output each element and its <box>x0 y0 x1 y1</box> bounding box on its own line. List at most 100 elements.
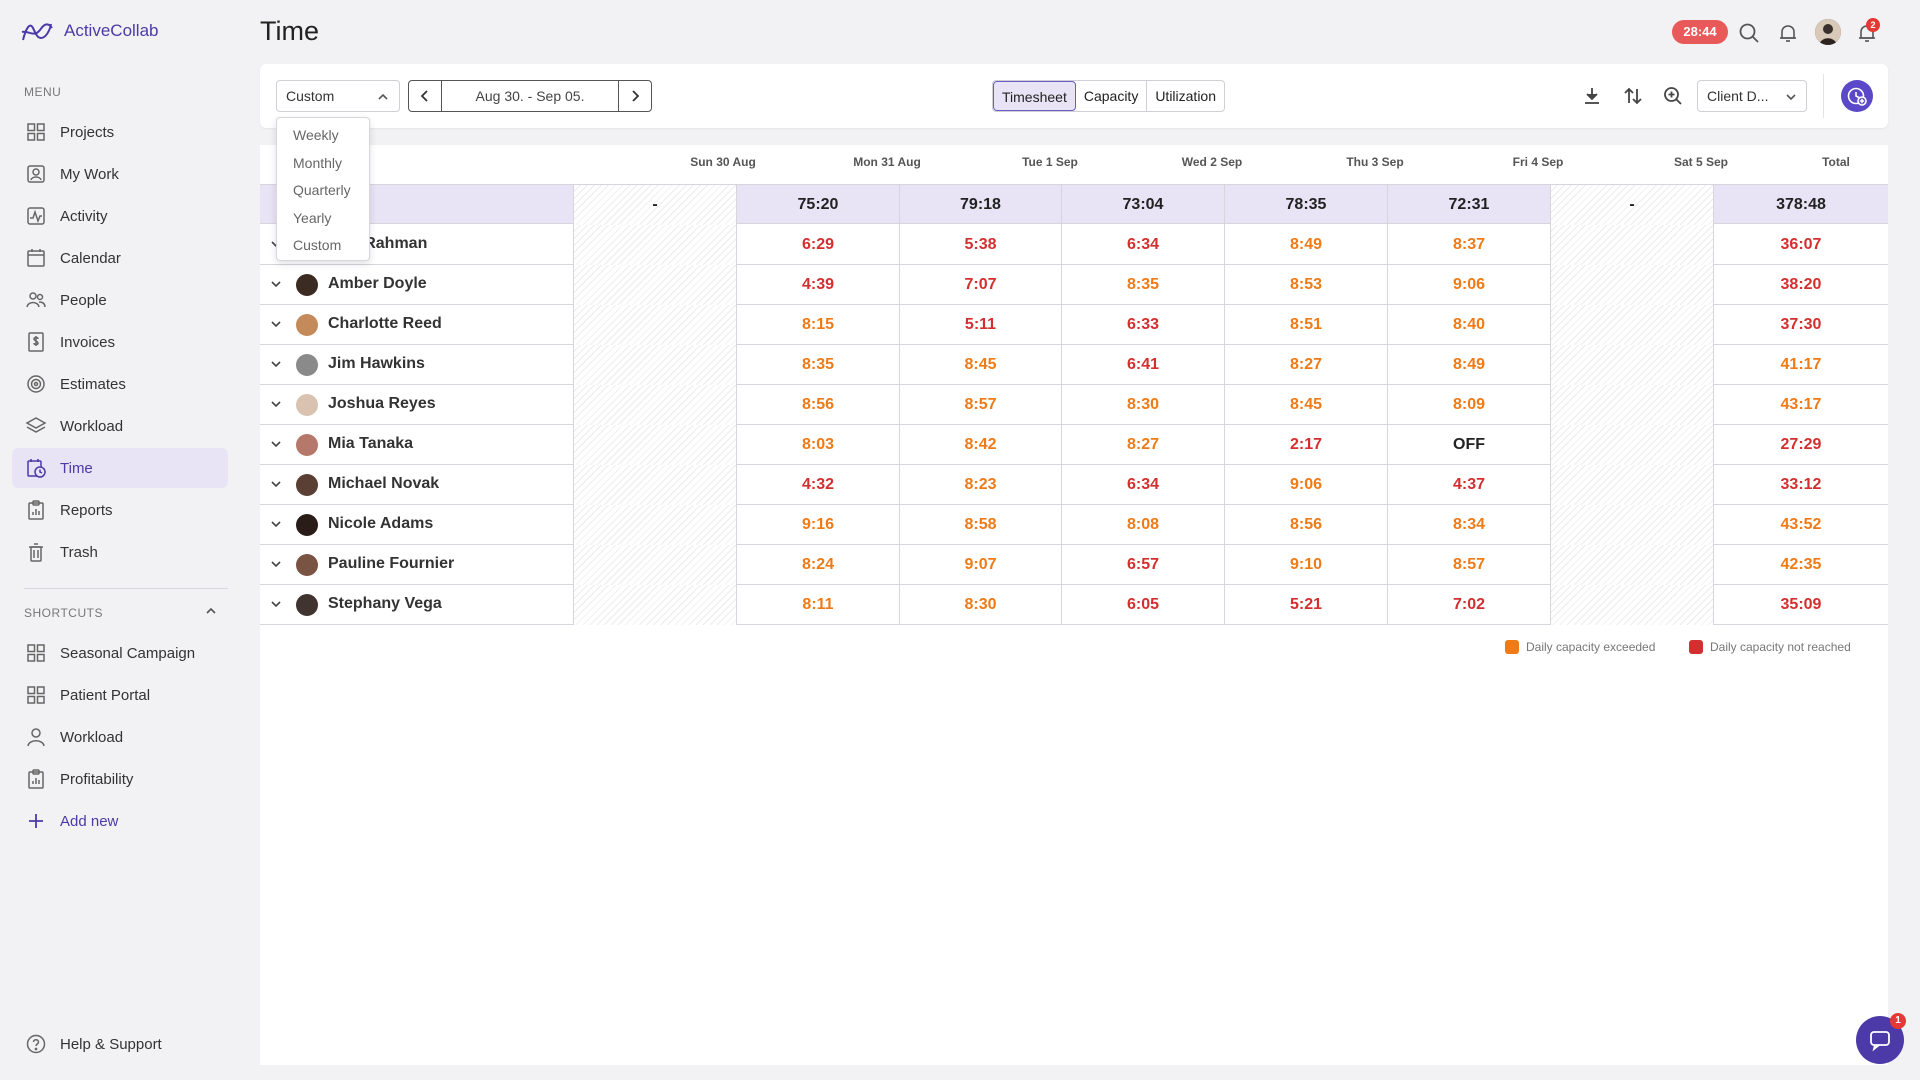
day-cell[interactable]: 8:45 <box>899 345 1061 385</box>
day-cell[interactable]: 8:35 <box>1061 265 1224 305</box>
day-cell[interactable]: 8:42 <box>899 425 1061 465</box>
day-cell[interactable]: 8:57 <box>1387 545 1550 585</box>
shortcut-patient-portal[interactable]: Patient Portal <box>12 675 228 715</box>
day-cell[interactable]: 6:57 <box>1061 545 1224 585</box>
day-cell[interactable]: 8:56 <box>736 385 899 425</box>
day-cell[interactable]: 6:34 <box>1061 465 1224 505</box>
day-cell[interactable] <box>573 225 736 265</box>
table-row[interactable]: Mia Tanaka 8:03 8:42 8:27 2:17 OFF 27:29 <box>260 425 1888 465</box>
day-cell[interactable]: 7:07 <box>899 265 1061 305</box>
shortcut-profitability[interactable]: Profitability <box>12 759 228 799</box>
day-cell[interactable]: 5:38 <box>899 225 1061 265</box>
download-icon[interactable] <box>1580 84 1604 108</box>
day-cell[interactable]: 8:30 <box>899 585 1061 625</box>
day-cell[interactable] <box>1550 305 1713 345</box>
shortcut-seasonal-campaign[interactable]: Seasonal Campaign <box>12 633 228 673</box>
member-name[interactable]: Charlotte Reed <box>328 315 442 333</box>
day-cell[interactable]: 6:33 <box>1061 305 1224 345</box>
sidebar-item-workload[interactable]: Workload <box>12 406 228 446</box>
table-row[interactable]: Nicole Adams 9:16 8:58 8:08 8:56 8:34 43:52 <box>260 505 1888 545</box>
sidebar-item-my-work[interactable]: My Work <box>12 154 228 194</box>
running-timer-badge[interactable]: 28:44 <box>1672 20 1728 44</box>
day-cell[interactable]: 9:10 <box>1224 545 1387 585</box>
table-row[interactable]: Amber Doyle 4:39 7:07 8:35 8:53 9:06 38:20 <box>260 265 1888 305</box>
expand-row-chevron-icon[interactable] <box>269 557 283 571</box>
day-cell[interactable] <box>573 305 736 345</box>
sidebar-item-projects[interactable]: Projects <box>12 112 228 152</box>
day-cell[interactable]: 8:24 <box>736 545 899 585</box>
table-row[interactable]: Charlotte Reed 8:15 5:11 6:33 8:51 8:40 37:30 <box>260 305 1888 345</box>
expand-row-chevron-icon[interactable] <box>269 477 283 491</box>
day-cell[interactable]: 8:53 <box>1224 265 1387 305</box>
date-range-display[interactable]: Aug 30. - Sep 05. <box>441 81 619 111</box>
day-cell[interactable]: 8:08 <box>1061 505 1224 545</box>
sort-icon[interactable] <box>1621 84 1645 108</box>
day-cell[interactable]: 8:09 <box>1387 385 1550 425</box>
day-cell[interactable] <box>573 265 736 305</box>
member-name[interactable]: Joshua Reyes <box>328 395 436 413</box>
expand-row-chevron-icon[interactable] <box>269 317 283 331</box>
day-cell[interactable]: 8:35 <box>736 345 899 385</box>
chevron-up-icon[interactable] <box>204 604 218 618</box>
day-cell[interactable]: 8:15 <box>736 305 899 345</box>
dropdown-option-custom[interactable]: Custom <box>277 232 369 260</box>
day-cell[interactable] <box>1550 505 1713 545</box>
day-cell[interactable]: OFF <box>1387 425 1550 465</box>
day-cell[interactable]: 5:11 <box>899 305 1061 345</box>
day-cell[interactable]: 8:27 <box>1061 425 1224 465</box>
day-cell[interactable]: 8:30 <box>1061 385 1224 425</box>
sidebar-item-activity[interactable]: Activity <box>12 196 228 236</box>
expand-row-chevron-icon[interactable] <box>269 437 283 451</box>
client-select[interactable]: Client D... <box>1697 80 1807 112</box>
day-cell[interactable] <box>1550 385 1713 425</box>
day-cell[interactable]: 4:37 <box>1387 465 1550 505</box>
add-new-shortcut-button[interactable]: Add new <box>12 801 228 841</box>
day-cell[interactable]: 8:27 <box>1224 345 1387 385</box>
expand-row-chevron-icon[interactable] <box>269 277 283 291</box>
member-name[interactable]: Pauline Fournier <box>328 555 454 573</box>
shortcut-workload[interactable]: Workload <box>12 717 228 757</box>
table-row[interactable]: Pauline Fournier 8:24 9:07 6:57 9:10 8:57 42:3… <box>260 545 1888 585</box>
day-cell[interactable]: 6:34 <box>1061 225 1224 265</box>
day-cell[interactable] <box>1550 425 1713 465</box>
day-cell[interactable]: 8:45 <box>1224 385 1387 425</box>
day-cell[interactable] <box>573 385 736 425</box>
expand-row-chevron-icon[interactable] <box>269 357 283 371</box>
day-cell[interactable]: 8:37 <box>1387 225 1550 265</box>
day-cell[interactable] <box>1550 265 1713 305</box>
day-cell[interactable] <box>1550 225 1713 265</box>
search-icon[interactable] <box>1736 20 1762 46</box>
user-avatar[interactable] <box>1815 19 1841 45</box>
sidebar-item-invoices[interactable]: Invoices <box>12 322 228 362</box>
day-cell[interactable]: 8:03 <box>736 425 899 465</box>
table-row[interactable]: Jim Hawkins 8:35 8:45 6:41 8:27 8:49 41:17 <box>260 345 1888 385</box>
sidebar-item-trash[interactable]: Trash <box>12 532 228 572</box>
dropdown-option-weekly[interactable]: Weekly <box>277 122 369 150</box>
expand-row-chevron-icon[interactable] <box>269 517 283 531</box>
day-cell[interactable]: 8:34 <box>1387 505 1550 545</box>
sidebar-item-people[interactable]: People <box>12 280 228 320</box>
day-cell[interactable]: 9:06 <box>1387 265 1550 305</box>
day-cell[interactable]: 8:49 <box>1387 345 1550 385</box>
table-row[interactable]: Michael Novak 4:32 8:23 6:34 9:06 4:37 33:12 <box>260 465 1888 505</box>
day-cell[interactable] <box>573 425 736 465</box>
day-cell[interactable] <box>573 545 736 585</box>
day-cell[interactable] <box>573 345 736 385</box>
day-cell[interactable]: 9:07 <box>899 545 1061 585</box>
day-cell[interactable] <box>1550 465 1713 505</box>
dropdown-option-monthly[interactable]: Monthly <box>277 150 369 178</box>
day-cell[interactable]: 8:49 <box>1224 225 1387 265</box>
day-cell[interactable]: 8:58 <box>899 505 1061 545</box>
day-cell[interactable]: 8:57 <box>899 385 1061 425</box>
table-row[interactable]: n Rahman 6:29 5:38 6:34 8:49 8:37 36:07 <box>260 225 1888 265</box>
tab-utilization[interactable]: Utilization <box>1147 81 1224 111</box>
day-cell[interactable]: 9:06 <box>1224 465 1387 505</box>
add-time-button[interactable] <box>1841 80 1873 112</box>
day-cell[interactable]: 5:21 <box>1224 585 1387 625</box>
sidebar-item-time[interactable]: Time <box>12 448 228 488</box>
day-cell[interactable] <box>1550 545 1713 585</box>
sidebar-item-calendar[interactable]: Calendar <box>12 238 228 278</box>
day-cell[interactable]: 6:41 <box>1061 345 1224 385</box>
member-name[interactable]: Nicole Adams <box>328 515 433 533</box>
tab-capacity[interactable]: Capacity <box>1076 81 1148 111</box>
